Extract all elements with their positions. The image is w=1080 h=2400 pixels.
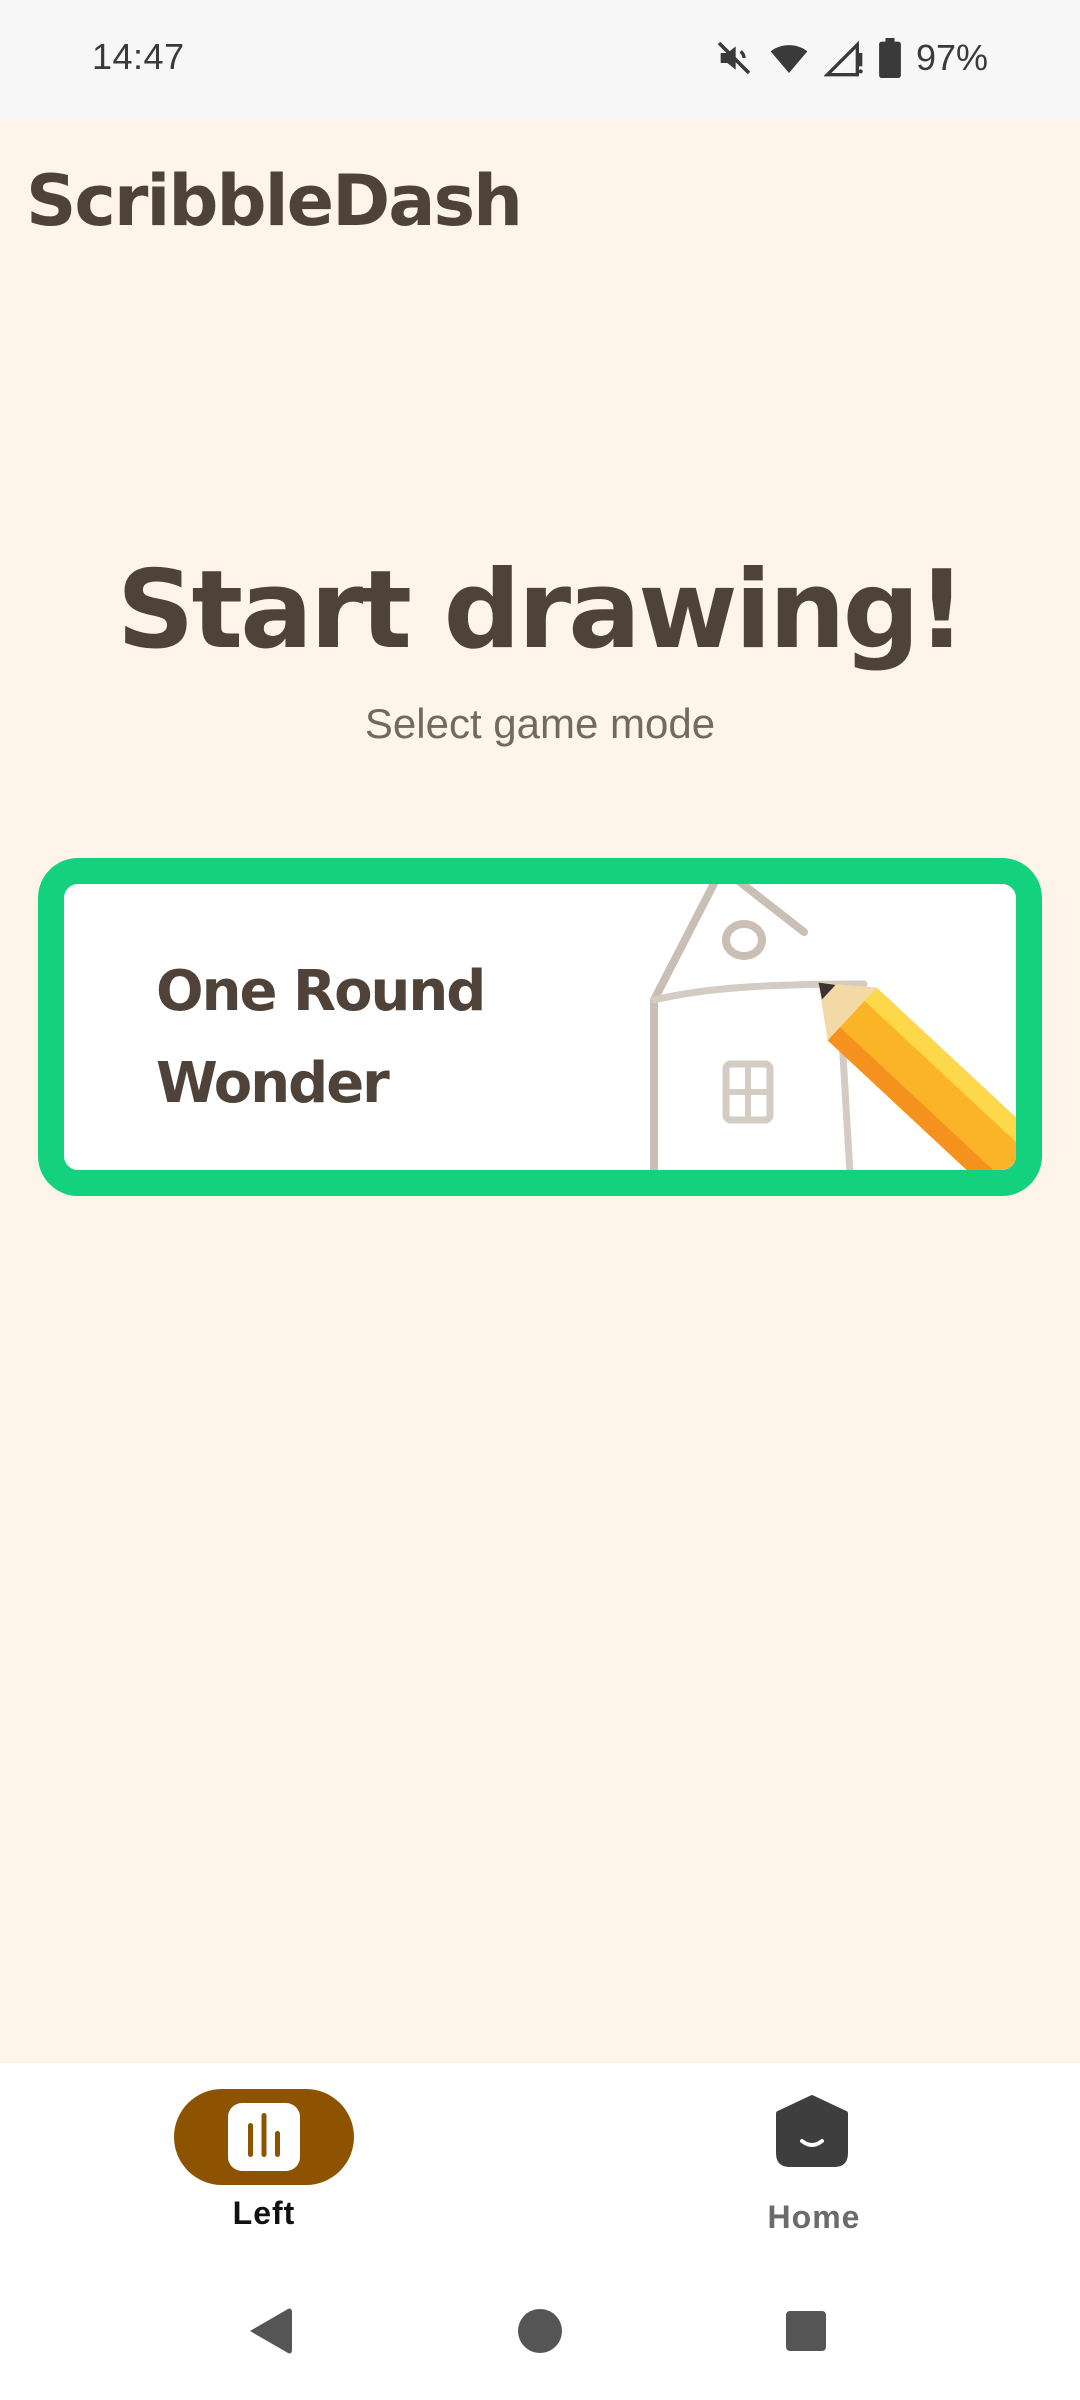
home-icon [776, 2095, 848, 2167]
nav-selected-indicator [174, 2089, 354, 2185]
home-circle-icon [518, 2309, 562, 2353]
mute-icon [714, 38, 754, 78]
recents-button[interactable] [766, 2291, 846, 2371]
mode-label: One Round Wonder [156, 959, 486, 1116]
back-icon [250, 2308, 292, 2354]
bottom-navigation: Left Home [0, 2063, 1080, 2263]
app-title: ScribbleDash [26, 160, 523, 242]
status-icons: 97% [714, 34, 988, 82]
nav-label-home: Home [767, 2199, 861, 2235]
nav-item-left[interactable]: Left [114, 2063, 414, 2263]
headline: Start drawing! [116, 548, 966, 673]
mode-card-one-round-wonder[interactable]: One Round Wonder [38, 858, 1042, 1196]
status-bar: 14:47 97% [0, 0, 1080, 120]
battery-icon [878, 38, 902, 78]
battery-percent: 97% [915, 37, 988, 78]
status-time: 14:47 [92, 36, 185, 77]
home-button[interactable] [500, 2291, 580, 2371]
nav-label-left: Left [232, 2195, 296, 2231]
wifi-icon [768, 38, 810, 78]
bar-chart-icon [228, 2103, 300, 2171]
recents-icon [786, 2311, 826, 2351]
nav-item-home[interactable]: Home [664, 2063, 964, 2263]
system-navigation-bar [0, 2263, 1080, 2400]
subheadline: Select game mode [364, 700, 716, 747]
signal-icon [823, 38, 864, 78]
house-sketch-with-pencil-icon [650, 884, 1016, 1170]
back-button[interactable] [230, 2291, 310, 2371]
